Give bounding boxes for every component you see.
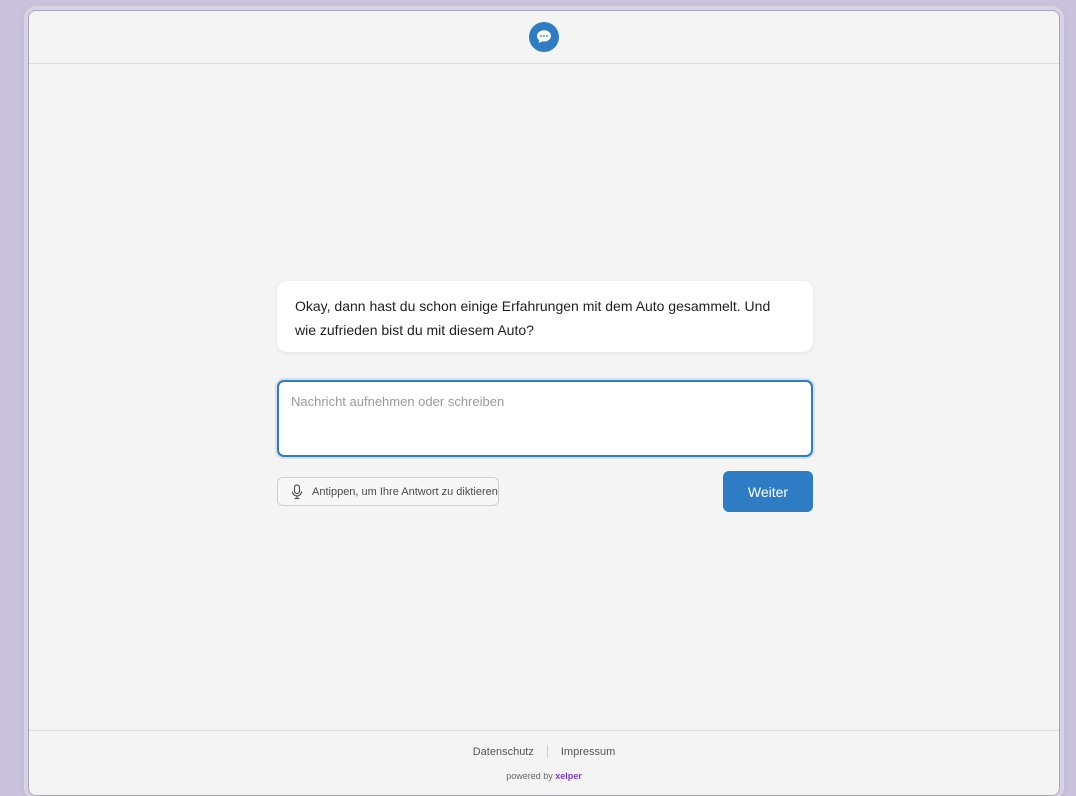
privacy-link[interactable]: Datenschutz — [473, 746, 534, 758]
microphone-icon — [290, 483, 304, 500]
message-input[interactable] — [279, 382, 811, 455]
dictate-label: Antippen, um Ihre Antwort zu diktieren — [312, 485, 498, 498]
browser-window: Okay, dann hast du schon einige Erfahrun… — [28, 10, 1060, 796]
bot-message: Okay, dann hast du schon einige Erfahrun… — [277, 281, 813, 352]
powered-by-prefix: powered by — [506, 771, 553, 781]
continue-button[interactable]: Weiter — [723, 471, 813, 512]
imprint-link[interactable]: Impressum — [561, 746, 615, 758]
powered-by: powered by xelper — [29, 771, 1059, 781]
chat-bubble-icon — [529, 22, 559, 52]
brand-name[interactable]: xelper — [555, 771, 582, 781]
dictate-button[interactable]: Antippen, um Ihre Antwort zu diktieren — [277, 477, 499, 506]
bot-message-text: Okay, dann hast du schon einige Erfahrun… — [295, 298, 771, 338]
footer: Datenschutz Impressum powered by xelper — [29, 730, 1059, 795]
message-input-container[interactable] — [277, 380, 813, 457]
footer-links: Datenschutz Impressum — [29, 745, 1059, 758]
header — [29, 11, 1059, 64]
footer-divider — [546, 745, 548, 758]
